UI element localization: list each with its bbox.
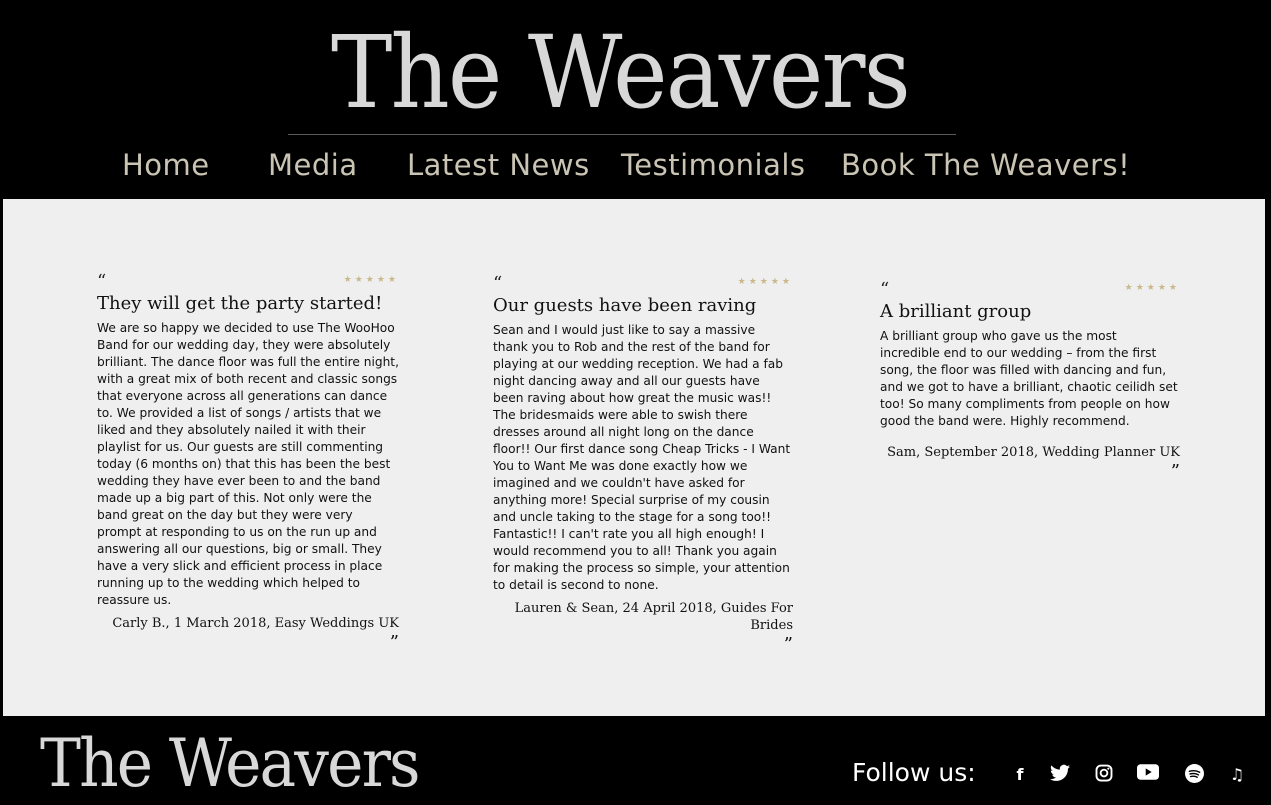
header-divider <box>288 134 956 135</box>
testimonial-card: “ ★★★★★ A brilliant group A brilliant gr… <box>880 281 1180 482</box>
close-quote-icon: ” <box>1170 461 1180 482</box>
music-note-icon[interactable]: ♫ <box>1226 764 1248 786</box>
testimonial-card: “ ★★★★★ They will get the party started!… <box>97 273 399 653</box>
close-quote-icon: ” <box>389 632 399 653</box>
star-rating: ★★★★★ <box>737 277 793 287</box>
star-rating: ★★★★★ <box>343 275 399 285</box>
facebook-glyph: f <box>1016 765 1024 784</box>
nav-item-latest-news[interactable]: Latest News <box>407 148 590 182</box>
testimonial-author: Sam, September 2018, Wedding Planner UK <box>887 445 1180 460</box>
testimonial-body: A brilliant group who gave us the most i… <box>880 329 1178 428</box>
instagram-icon[interactable] <box>1093 764 1115 786</box>
nav-item-testimonials[interactable]: Testimonials <box>621 148 806 182</box>
spotify-icon[interactable] <box>1183 764 1205 786</box>
testimonial-title: A brilliant group <box>880 301 1032 322</box>
instagram-glyph <box>1095 764 1113 782</box>
site-header: The Weavers Home Media Latest News Testi… <box>0 0 1271 199</box>
music-note-glyph: ♫ <box>1229 765 1245 784</box>
testimonial-title: Our guests have been raving <box>493 295 757 316</box>
youtube-glyph <box>1137 764 1159 780</box>
testimonial-body: We are so happy we decided to use The Wo… <box>97 321 399 607</box>
facebook-icon[interactable]: f <box>1009 764 1031 786</box>
site-logo[interactable]: The Weavers <box>326 14 915 132</box>
testimonials-section: “ ★★★★★ They will get the party started!… <box>3 199 1265 716</box>
nav-item-home[interactable]: Home <box>122 148 210 182</box>
testimonial-body: Sean and I would just like to say a mass… <box>493 323 791 592</box>
main-nav: Home Media Latest News Testimonials Book… <box>0 148 1271 190</box>
site-footer: The Weavers Follow us: f ♫ <box>0 716 1271 805</box>
youtube-icon[interactable] <box>1137 764 1159 786</box>
testimonial-author: Lauren & Sean, 24 April 2018, Guides For… <box>514 601 793 633</box>
twitter-icon[interactable] <box>1049 764 1071 786</box>
testimonial-author: Carly B., 1 March 2018, Easy Weddings UK <box>112 616 399 631</box>
follow-us-label: Follow us: <box>852 758 976 787</box>
twitter-glyph <box>1050 764 1070 781</box>
nav-item-media[interactable]: Media <box>268 148 358 182</box>
nav-item-book[interactable]: Book The Weavers! <box>841 148 1130 182</box>
star-rating: ★★★★★ <box>1124 283 1180 293</box>
testimonial-title: They will get the party started! <box>97 293 383 314</box>
spotify-glyph <box>1184 764 1204 783</box>
testimonial-card: “ ★★★★★ Our guests have been raving Sean… <box>493 275 793 655</box>
close-quote-icon: ” <box>783 634 793 655</box>
footer-logo[interactable]: The Weavers <box>40 724 496 804</box>
